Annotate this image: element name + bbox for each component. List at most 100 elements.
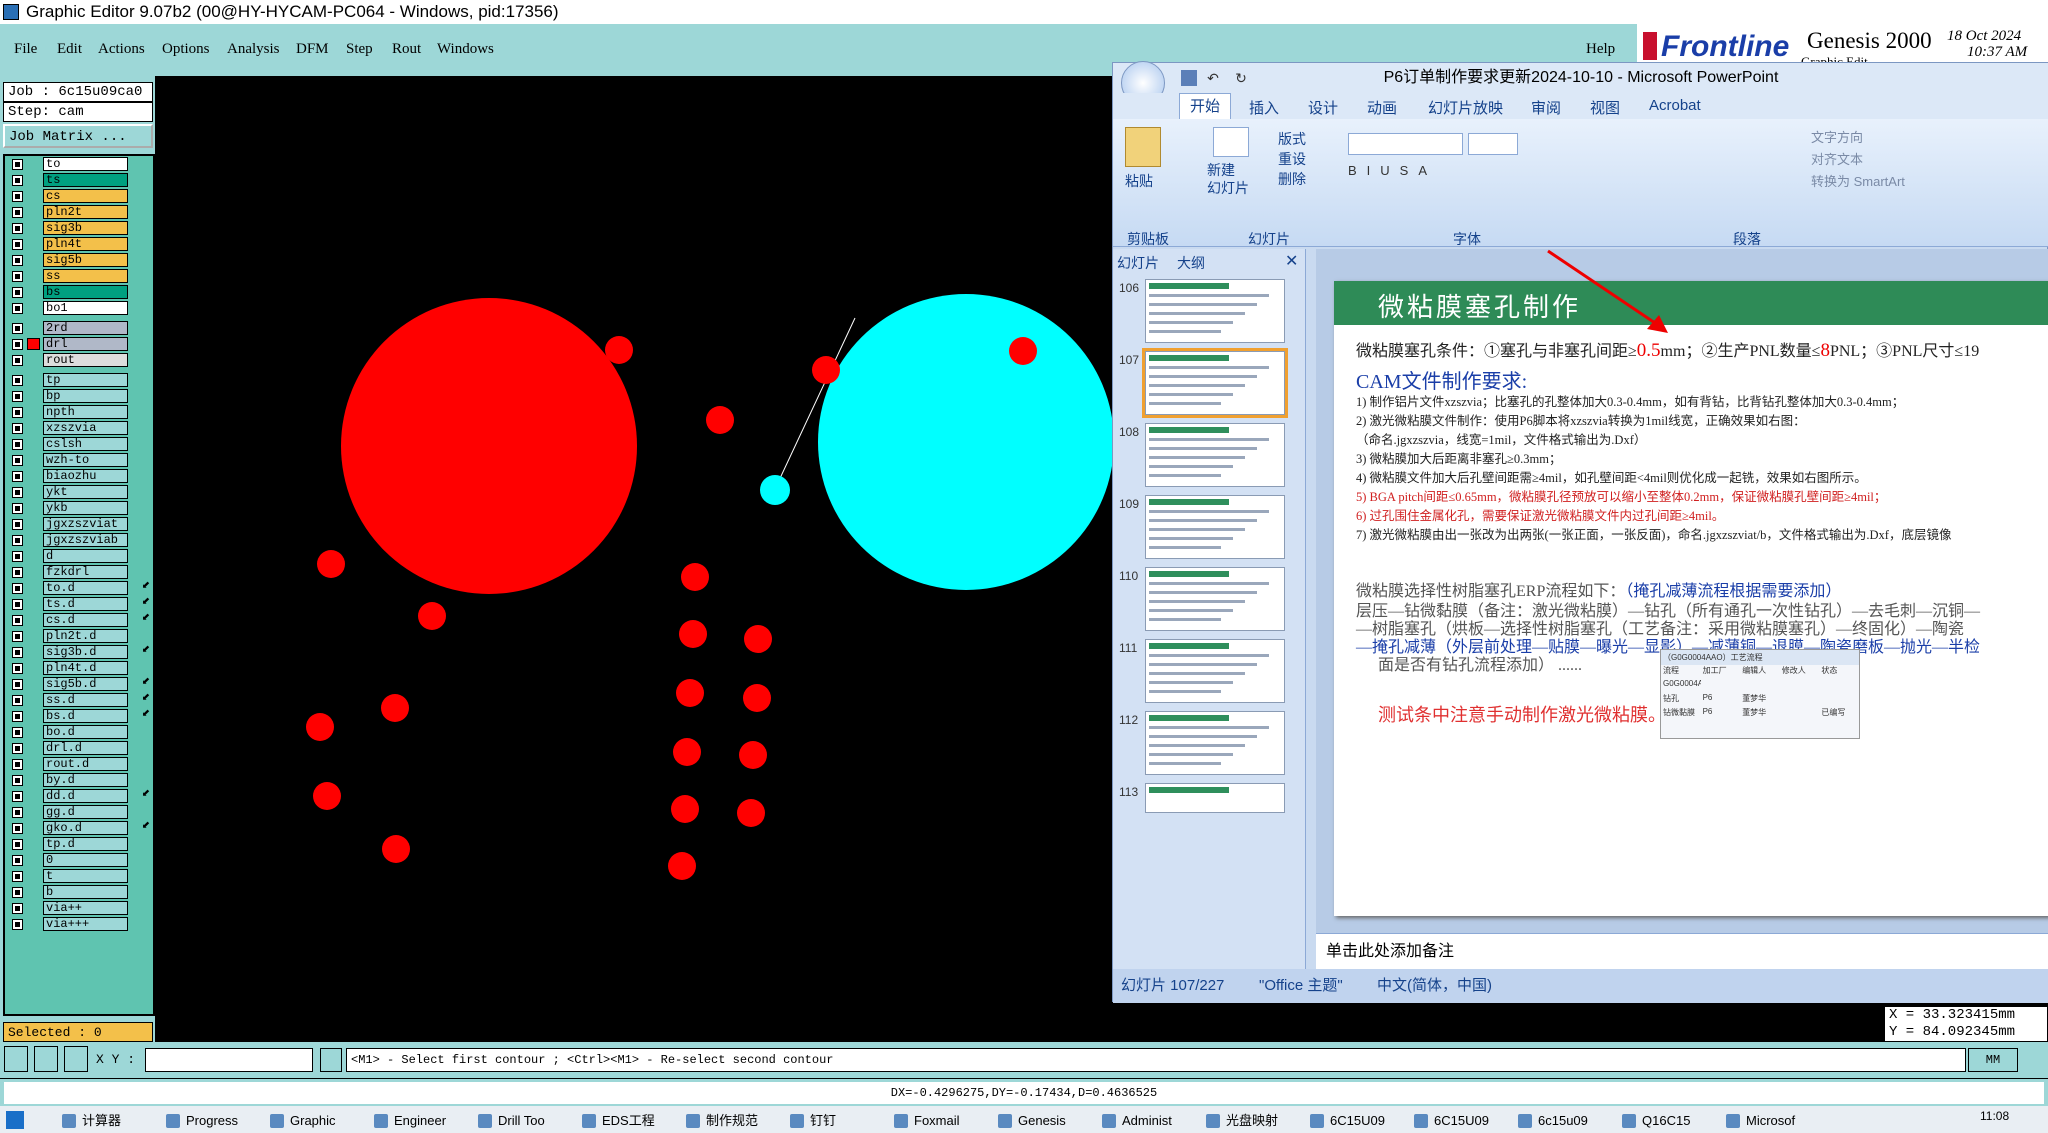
taskbar-app[interactable]: Genesis — [996, 1110, 1096, 1132]
taskbar-app[interactable]: Foxmail — [892, 1110, 992, 1132]
graphic-canvas[interactable] — [155, 76, 1319, 1042]
tab-insert[interactable]: 插入 — [1249, 97, 1279, 118]
windows-start-icon[interactable] — [6, 1111, 24, 1129]
layer-checkbox[interactable] — [12, 567, 23, 578]
layer-row[interactable]: jgxzszviab — [5, 532, 153, 548]
font-style-buttons[interactable]: BIUSA — [1348, 163, 1538, 185]
font-name-select[interactable] — [1348, 133, 1463, 155]
layer-name[interactable]: gg.d — [43, 805, 128, 819]
layer-row[interactable]: t — [5, 868, 153, 884]
layer-checkbox[interactable] — [12, 271, 23, 282]
large-red-pad[interactable] — [341, 298, 637, 594]
layer-row[interactable]: via++ — [5, 900, 153, 916]
tab-animation[interactable]: 动画 — [1367, 97, 1397, 118]
layer-row[interactable]: xzszvia — [5, 420, 153, 436]
layer-checkbox[interactable] — [12, 339, 23, 350]
layer-row[interactable]: cs.d ⬋ — [5, 612, 153, 628]
taskbar-app[interactable]: 光盘映射 — [1204, 1110, 1304, 1132]
menu-actions[interactable]: Actions — [98, 41, 145, 58]
layer-name[interactable]: gko.d — [43, 821, 128, 835]
menu-rout[interactable]: Rout — [392, 41, 421, 58]
layer-row[interactable]: tp — [5, 372, 153, 388]
font-size-select[interactable] — [1468, 133, 1518, 155]
taskbar-app[interactable]: EDS工程 — [580, 1110, 680, 1132]
layer-checkbox[interactable] — [12, 599, 23, 610]
slide-thumbnail[interactable] — [1145, 639, 1285, 703]
redo-icon[interactable]: ↻ — [1233, 70, 1249, 86]
layer-checkbox[interactable] — [12, 303, 23, 314]
slide-thumbnail[interactable] — [1145, 711, 1285, 775]
info-icon[interactable] — [320, 1048, 342, 1072]
pane-tab-outline[interactable]: 大纲 — [1177, 253, 1205, 273]
layer-name[interactable]: ss.d — [43, 693, 128, 707]
snap-icon[interactable] — [4, 1046, 28, 1072]
layer-name[interactable]: ykb — [43, 501, 128, 515]
layer-checkbox[interactable] — [12, 887, 23, 898]
layer-name[interactable]: t — [43, 869, 128, 883]
layer-name[interactable]: via++ — [43, 901, 128, 915]
layer-name[interactable]: jgxzszviat — [43, 517, 128, 531]
menu-step[interactable]: Step — [346, 41, 373, 58]
layer-name[interactable]: fzkdrl — [43, 565, 128, 579]
layer-name[interactable]: drl.d — [43, 741, 128, 755]
taskbar-app[interactable]: Progress — [164, 1110, 264, 1132]
layout-button[interactable]: 版式 — [1278, 129, 1306, 149]
layer-name[interactable]: pln4t.d — [43, 661, 128, 675]
layer-checkbox[interactable] — [12, 791, 23, 802]
tab-review[interactable]: 审阅 — [1531, 97, 1561, 118]
layer-checkbox[interactable] — [12, 711, 23, 722]
pane-tab-slides[interactable]: 幻灯片 — [1117, 253, 1159, 273]
layer-name[interactable]: biaozhu — [43, 469, 128, 483]
layer-name[interactable]: tp.d — [43, 837, 128, 851]
taskbar-app[interactable]: Graphic — [268, 1110, 368, 1132]
layer-name[interactable]: tp — [43, 373, 128, 387]
layer-name[interactable]: sig5b.d — [43, 677, 128, 691]
layer-row[interactable]: rout.d — [5, 756, 153, 772]
close-pane-icon[interactable]: ✕ — [1285, 251, 1298, 271]
layer-row[interactable]: dd.d ⬋ — [5, 788, 153, 804]
menu-options[interactable]: Options — [162, 41, 210, 58]
layer-row[interactable]: jgxzszviat — [5, 516, 153, 532]
layer-row[interactable]: 0 — [5, 852, 153, 868]
layer-checkbox[interactable] — [12, 551, 23, 562]
layer-name[interactable]: cs.d — [43, 613, 128, 627]
measure-icon[interactable] — [34, 1046, 58, 1072]
taskbar-app[interactable]: Drill Too — [476, 1110, 576, 1132]
layer-row[interactable]: 2rd — [5, 320, 153, 336]
layer-checkbox[interactable] — [12, 839, 23, 850]
layer-row[interactable]: sig5b — [5, 252, 153, 268]
layer-row[interactable]: npth — [5, 404, 153, 420]
taskbar-app[interactable]: 钉钉 — [788, 1110, 888, 1132]
layer-checkbox[interactable] — [12, 439, 23, 450]
layer-name[interactable]: drl — [43, 337, 128, 351]
layer-row[interactable]: b — [5, 884, 153, 900]
slide-thumbnail[interactable] — [1145, 567, 1285, 631]
layer-name[interactable]: via+++ — [43, 917, 128, 931]
layer-checkbox[interactable] — [12, 823, 23, 834]
layer-name[interactable]: bs.d — [43, 709, 128, 723]
layer-name[interactable]: 2rd — [43, 321, 128, 335]
layer-row[interactable]: bp — [5, 388, 153, 404]
slide-thumbnail[interactable] — [1145, 423, 1285, 487]
tab-home[interactable]: 开始 — [1179, 93, 1232, 119]
layer-checkbox[interactable] — [12, 663, 23, 674]
layer-name[interactable]: to.d — [43, 581, 128, 595]
layer-name[interactable]: ss — [43, 269, 128, 283]
layer-row[interactable]: gg.d — [5, 804, 153, 820]
layer-checkbox[interactable] — [12, 679, 23, 690]
layer-checkbox[interactable] — [12, 503, 23, 514]
delete-button[interactable]: 删除 — [1278, 169, 1306, 189]
layer-name[interactable]: bs — [43, 285, 128, 299]
taskbar-app[interactable]: 6c15u09 — [1516, 1110, 1616, 1132]
layer-checkbox[interactable] — [12, 223, 23, 234]
layer-row[interactable]: ss.d ⬋ — [5, 692, 153, 708]
reset-button[interactable]: 重设 — [1278, 149, 1306, 169]
layer-checkbox[interactable] — [12, 535, 23, 546]
layer-row[interactable]: bo1 — [5, 300, 153, 316]
layer-row[interactable]: fzkdrl — [5, 564, 153, 580]
layer-name[interactable]: ts — [43, 173, 128, 187]
layer-checkbox[interactable] — [12, 583, 23, 594]
layer-checkbox[interactable] — [12, 743, 23, 754]
layer-name[interactable]: rout — [43, 353, 128, 367]
layer-checkbox[interactable] — [12, 207, 23, 218]
